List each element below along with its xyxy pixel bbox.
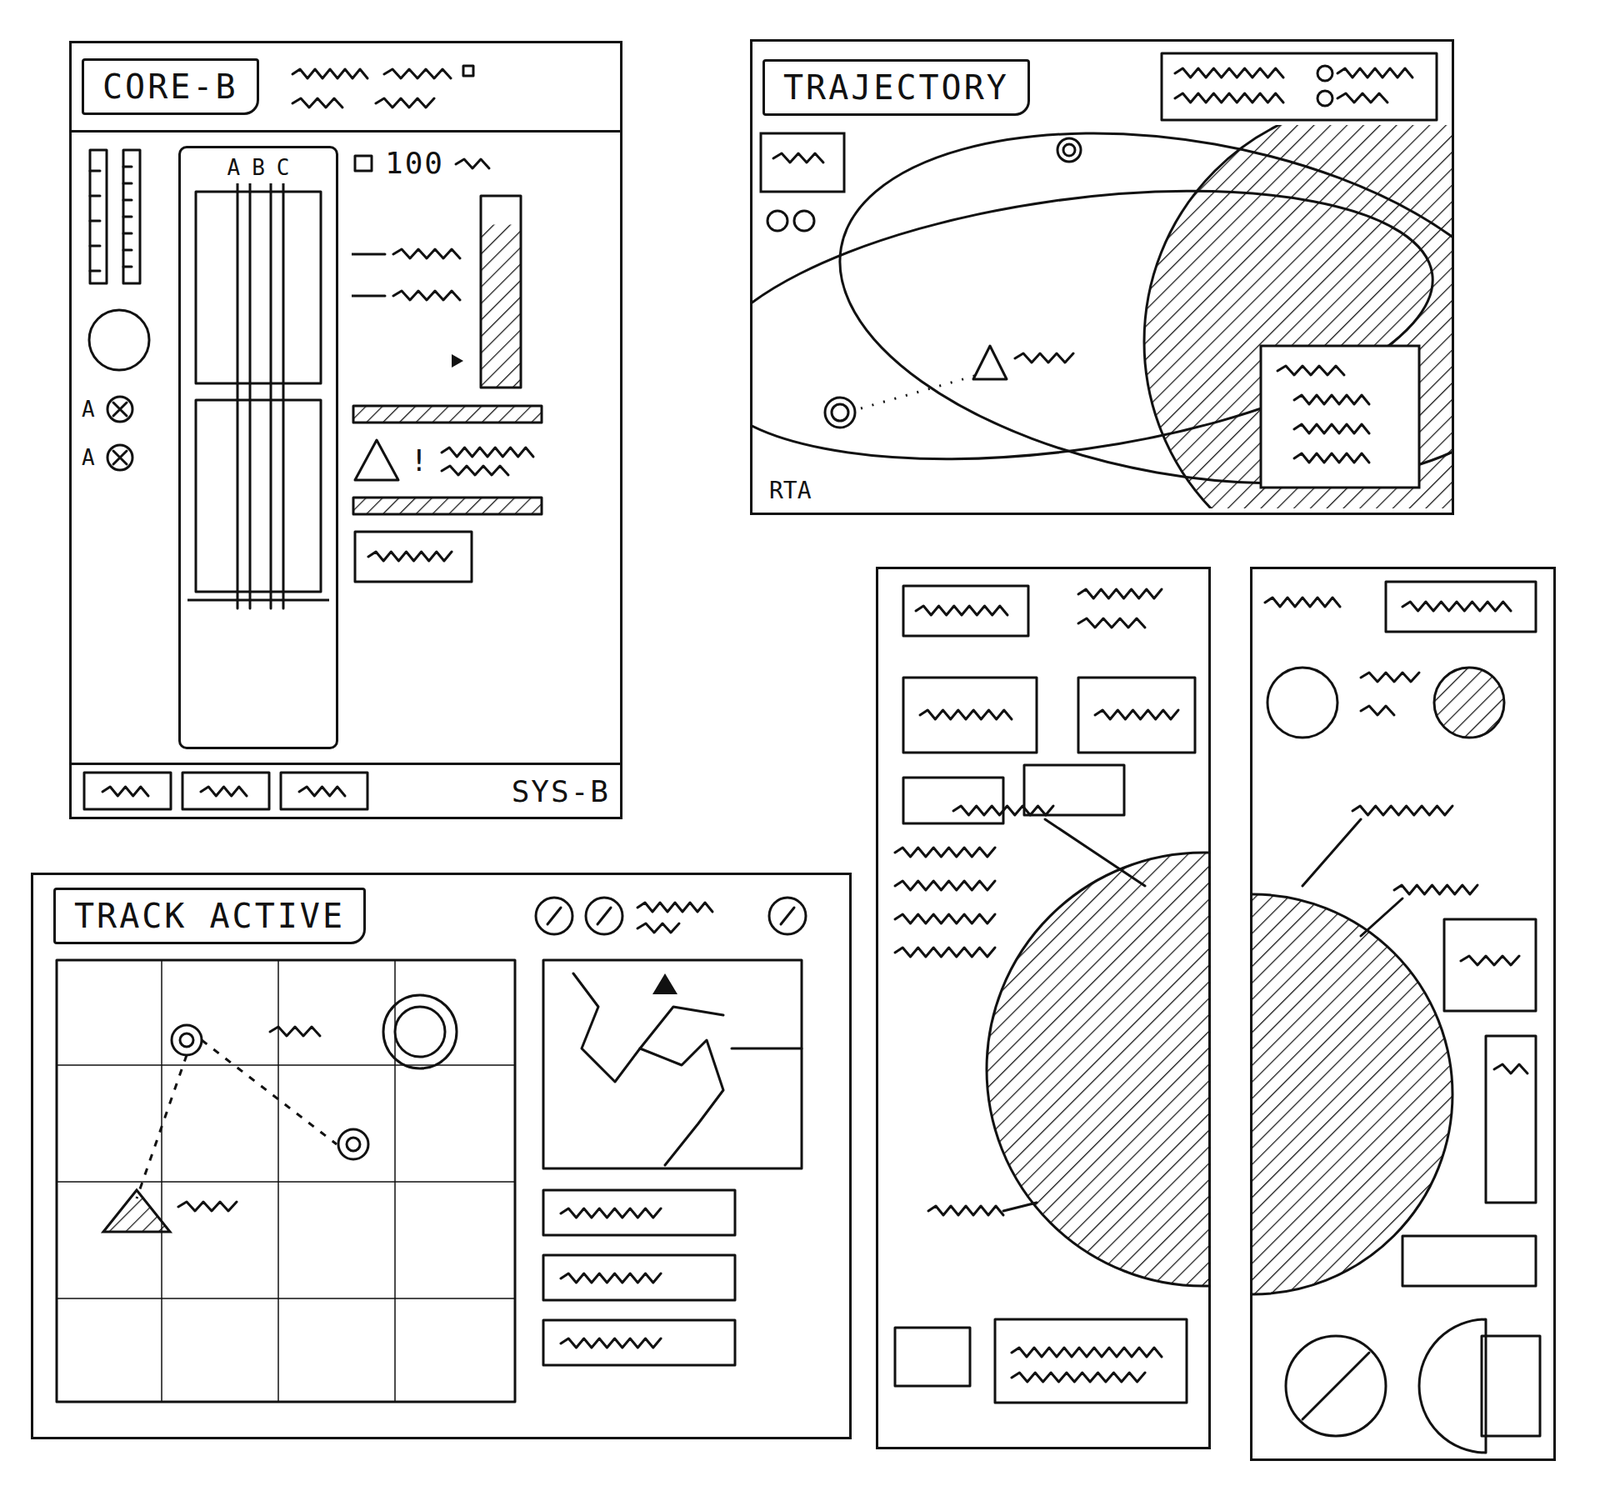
switch[interactable]: A [81, 440, 165, 475]
scale-icon [81, 145, 157, 288]
core-diagram [187, 183, 330, 617]
track-panel: TRACK ACTIVE [30, 872, 852, 1440]
gauge-icon [81, 302, 157, 378]
footer-tab[interactable] [278, 770, 370, 812]
track-button[interactable] [540, 1186, 757, 1239]
readout: 100 [385, 145, 445, 180]
trajectory-title: TRAJECTORY [762, 59, 1030, 116]
header-notes [284, 53, 493, 120]
meter [476, 191, 527, 392]
column-label: B [251, 155, 265, 180]
globe-panel-2 [1250, 566, 1556, 1461]
track-toolbar [529, 886, 830, 945]
switch-icon [103, 440, 137, 475]
progress-bar [351, 495, 544, 517]
orbit-map: RTA [752, 125, 1452, 509]
footer-tab[interactable] [81, 770, 174, 812]
region-map [540, 956, 807, 1174]
trajectory-panel: TRAJECTORY RTA [750, 39, 1455, 515]
action-button[interactable] [351, 528, 477, 587]
sensor-icon [351, 150, 377, 176]
sketch-sheet: CORE-B A A ABC 100 ! SYS-B TRAJECTORY RT… [0, 0, 1600, 1491]
track-button[interactable] [540, 1316, 757, 1369]
globe-view-2 [1252, 569, 1554, 1459]
meter-notes [351, 212, 469, 371]
globe-view [878, 569, 1209, 1447]
progress-bar [351, 403, 544, 425]
core-header: CORE-B [71, 43, 620, 133]
warning-icon [351, 436, 402, 484]
footer-label: SYS-B [511, 774, 610, 809]
legend [1158, 50, 1442, 125]
column-label: C [276, 155, 290, 180]
track-button[interactable] [540, 1251, 757, 1304]
core-panel: CORE-B A A ABC 100 ! SYS-B [69, 40, 623, 820]
column-label: A [227, 155, 241, 180]
globe-panel [875, 566, 1211, 1450]
footer-tab[interactable] [180, 770, 272, 812]
switch[interactable]: A [81, 392, 165, 426]
core-title: CORE-B [81, 58, 260, 115]
trajectory-marker: RTA [769, 476, 812, 505]
track-title: TRACK ACTIVE [53, 887, 366, 945]
warning: ! [351, 436, 539, 484]
core-columns: ABC [178, 145, 339, 750]
switch-icon [103, 392, 137, 426]
track-grid [53, 956, 520, 1407]
